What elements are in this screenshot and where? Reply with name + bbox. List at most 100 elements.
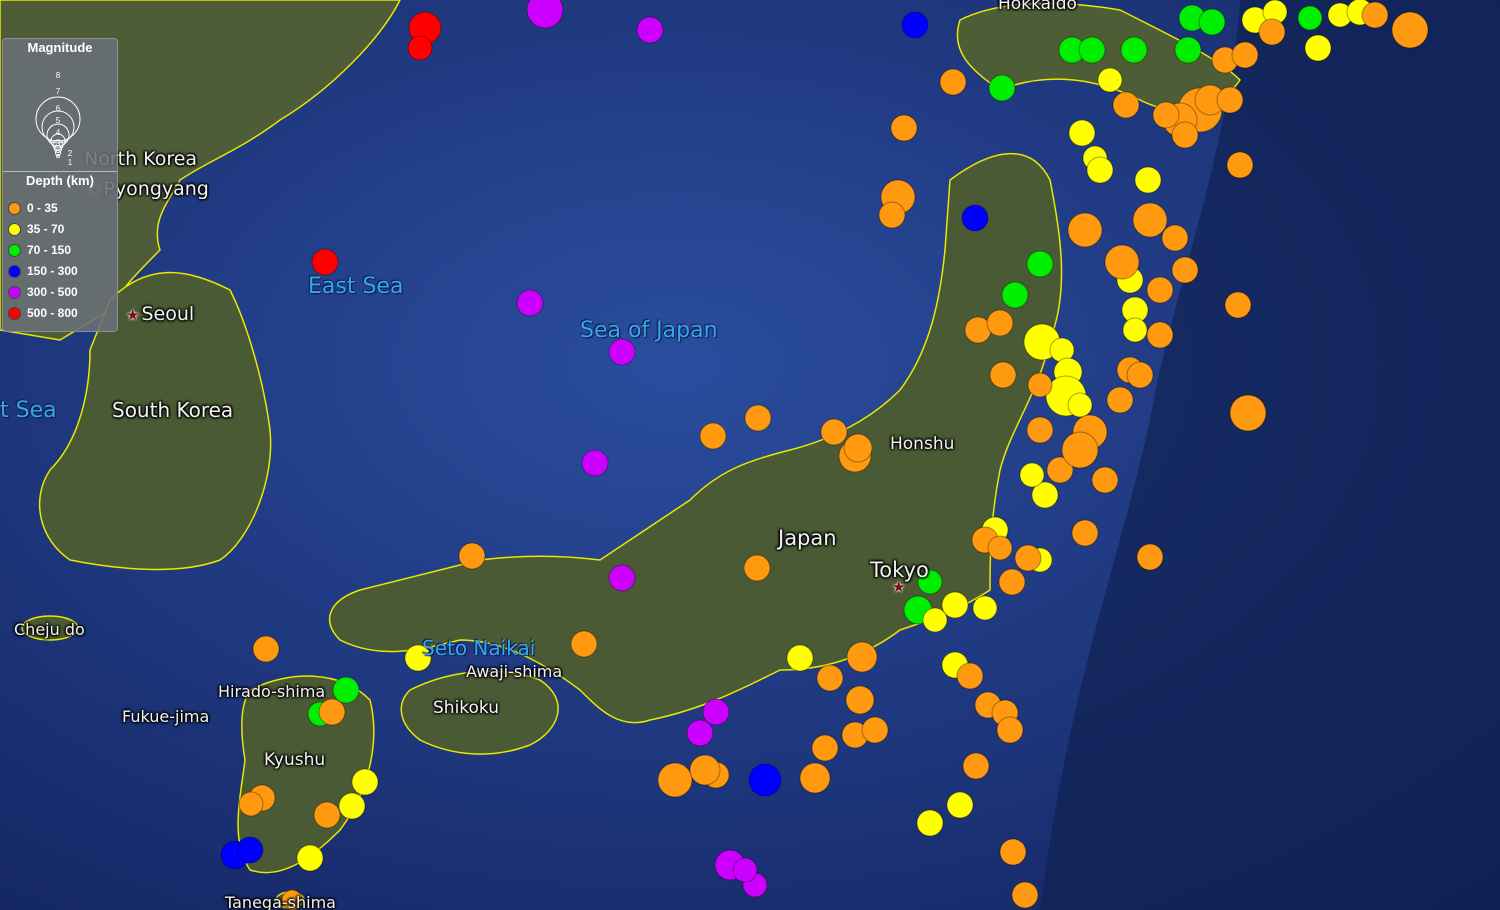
earthquake-marker-deep[interactable] (732, 857, 758, 883)
earthquake-marker-shallow[interactable] (987, 535, 1013, 561)
earthquake-marker-shallow[interactable] (986, 309, 1014, 337)
earthquake-marker-intermediate[interactable] (917, 569, 943, 595)
earthquake-marker-shallow[interactable] (1152, 101, 1180, 129)
earthquake-marker-shallow[interactable] (989, 361, 1017, 389)
earthquake-marker-intermediate-shallow[interactable] (1134, 166, 1162, 194)
earthquake-marker-deep[interactable] (686, 719, 714, 747)
earthquake-marker-very-deep[interactable] (311, 248, 339, 276)
earthquake-marker-intermediate-deep[interactable] (748, 763, 782, 797)
earthquake-marker-shallow[interactable] (1126, 361, 1154, 389)
earthquake-marker-shallow[interactable] (1361, 1, 1389, 29)
earthquake-marker-shallow[interactable] (1014, 544, 1042, 572)
earthquake-marker-intermediate-shallow[interactable] (1122, 317, 1148, 343)
earthquake-marker-intermediate[interactable] (988, 74, 1016, 102)
earthquake-marker-intermediate-shallow[interactable] (1304, 34, 1332, 62)
earthquake-marker-shallow[interactable] (843, 433, 873, 463)
earthquake-marker-shallow[interactable] (570, 630, 598, 658)
earthquake-marker-shallow[interactable] (1146, 321, 1174, 349)
earthquake-marker-shallow[interactable] (962, 752, 990, 780)
earthquake-marker-shallow[interactable] (238, 791, 264, 817)
earthquake-marker-shallow[interactable] (878, 201, 906, 229)
earthquake-marker-shallow[interactable] (799, 762, 831, 794)
earthquake-marker-intermediate-deep[interactable] (236, 836, 264, 864)
earthquake-marker-shallow[interactable] (1226, 151, 1254, 179)
earthquake-marker-intermediate[interactable] (1026, 250, 1054, 278)
earthquake-marker-intermediate[interactable] (1078, 36, 1106, 64)
earthquake-marker-intermediate-shallow[interactable] (922, 607, 948, 633)
earthquake-marker-intermediate-shallow[interactable] (972, 595, 998, 621)
earthquake-marker-shallow[interactable] (313, 801, 341, 829)
earthquake-marker-intermediate[interactable] (1174, 36, 1202, 64)
earthquake-marker-shallow[interactable] (743, 554, 771, 582)
earthquake-marker-shallow[interactable] (1161, 224, 1189, 252)
earthquake-marker-shallow[interactable] (1258, 18, 1286, 46)
earthquake-marker-deep[interactable] (581, 449, 609, 477)
earthquake-marker-intermediate-shallow[interactable] (296, 844, 324, 872)
earthquake-marker-shallow[interactable] (1071, 519, 1099, 547)
earthquake-marker-shallow[interactable] (1171, 256, 1199, 284)
earthquake-marker-shallow[interactable] (1026, 416, 1054, 444)
earthquake-marker-shallow[interactable] (820, 418, 848, 446)
earthquake-marker-very-deep[interactable] (407, 35, 433, 61)
earthquake-marker-shallow[interactable] (1171, 121, 1199, 149)
earthquake-marker-intermediate-shallow[interactable] (351, 768, 379, 796)
earthquake-marker-shallow[interactable] (318, 698, 346, 726)
earthquake-marker-shallow[interactable] (1091, 466, 1119, 494)
earthquake-marker-shallow[interactable] (657, 762, 693, 798)
earthquake-marker-shallow[interactable] (1216, 86, 1244, 114)
earthquake-marker-shallow[interactable] (996, 716, 1024, 744)
earthquake-marker-shallow[interactable] (689, 754, 721, 786)
earthquake-marker-shallow[interactable] (1067, 212, 1103, 248)
earthquake-marker-shallow[interactable] (1391, 11, 1429, 49)
earthquake-marker-shallow[interactable] (998, 568, 1026, 596)
earthquake-marker-intermediate[interactable] (332, 676, 360, 704)
earthquake-marker-intermediate-shallow[interactable] (786, 644, 814, 672)
earthquake-marker-intermediate[interactable] (1120, 36, 1148, 64)
earthquake-marker-intermediate-deep[interactable] (961, 204, 989, 232)
earthquake-marker-intermediate-shallow[interactable] (1068, 119, 1096, 147)
earthquake-marker-shallow[interactable] (939, 68, 967, 96)
earthquake-marker-intermediate-shallow[interactable] (1067, 392, 1093, 418)
earthquake-marker-shallow[interactable] (956, 662, 984, 690)
earthquake-marker-shallow[interactable] (1231, 41, 1259, 69)
earthquake-marker-intermediate-deep[interactable] (901, 11, 929, 39)
earthquake-marker-shallow[interactable] (252, 635, 280, 663)
earthquake-marker-shallow[interactable] (816, 664, 844, 692)
earthquake-marker-deep[interactable] (702, 698, 730, 726)
earthquake-marker-shallow[interactable] (999, 838, 1027, 866)
earthquake-marker-intermediate[interactable] (1297, 5, 1323, 31)
earthquake-marker-intermediate-shallow[interactable] (404, 644, 432, 672)
earthquake-marker-intermediate-shallow[interactable] (1086, 156, 1114, 184)
earthquake-marker-shallow[interactable] (1027, 372, 1053, 398)
earthquake-marker-shallow[interactable] (744, 404, 772, 432)
earthquake-marker-shallow[interactable] (811, 734, 839, 762)
earthquake-marker-shallow[interactable] (1011, 881, 1039, 909)
earthquake-marker-shallow[interactable] (458, 542, 486, 570)
earthquake-marker-intermediate-shallow[interactable] (1019, 462, 1045, 488)
earthquake-marker-shallow[interactable] (281, 889, 303, 910)
earthquake-marker-shallow[interactable] (699, 422, 727, 450)
earthquake-marker-deep[interactable] (636, 16, 664, 44)
earthquake-marker-deep[interactable] (516, 289, 544, 317)
earthquake-marker-shallow[interactable] (1061, 431, 1099, 469)
earthquake-marker-shallow[interactable] (1146, 276, 1174, 304)
earthquake-marker-shallow[interactable] (861, 716, 889, 744)
earthquake-marker-intermediate-shallow[interactable] (338, 792, 366, 820)
earthquake-marker-shallow[interactable] (1104, 244, 1140, 280)
earthquake-marker-shallow[interactable] (1112, 91, 1140, 119)
earthquake-marker-intermediate-shallow[interactable] (946, 791, 974, 819)
earthquake-marker-shallow[interactable] (1136, 543, 1164, 571)
earthquake-marker-shallow[interactable] (845, 685, 875, 715)
earthquake-marker-shallow[interactable] (1106, 386, 1134, 414)
earthquake-marker-shallow[interactable] (1229, 394, 1267, 432)
earthquake-marker-intermediate[interactable] (1001, 281, 1029, 309)
earthquake-marker-shallow[interactable] (1224, 291, 1252, 319)
earthquake-marker-shallow[interactable] (846, 641, 878, 673)
earthquake-marker-deep[interactable] (608, 564, 636, 592)
earthquake-marker-intermediate-shallow[interactable] (916, 809, 944, 837)
earthquake-marker-intermediate-shallow[interactable] (1097, 67, 1123, 93)
earthquake-marker-shallow[interactable] (1132, 202, 1168, 238)
earthquake-marker-intermediate[interactable] (1198, 8, 1226, 36)
earthquake-marker-deep[interactable] (608, 338, 636, 366)
earthquake-marker-shallow[interactable] (890, 114, 918, 142)
